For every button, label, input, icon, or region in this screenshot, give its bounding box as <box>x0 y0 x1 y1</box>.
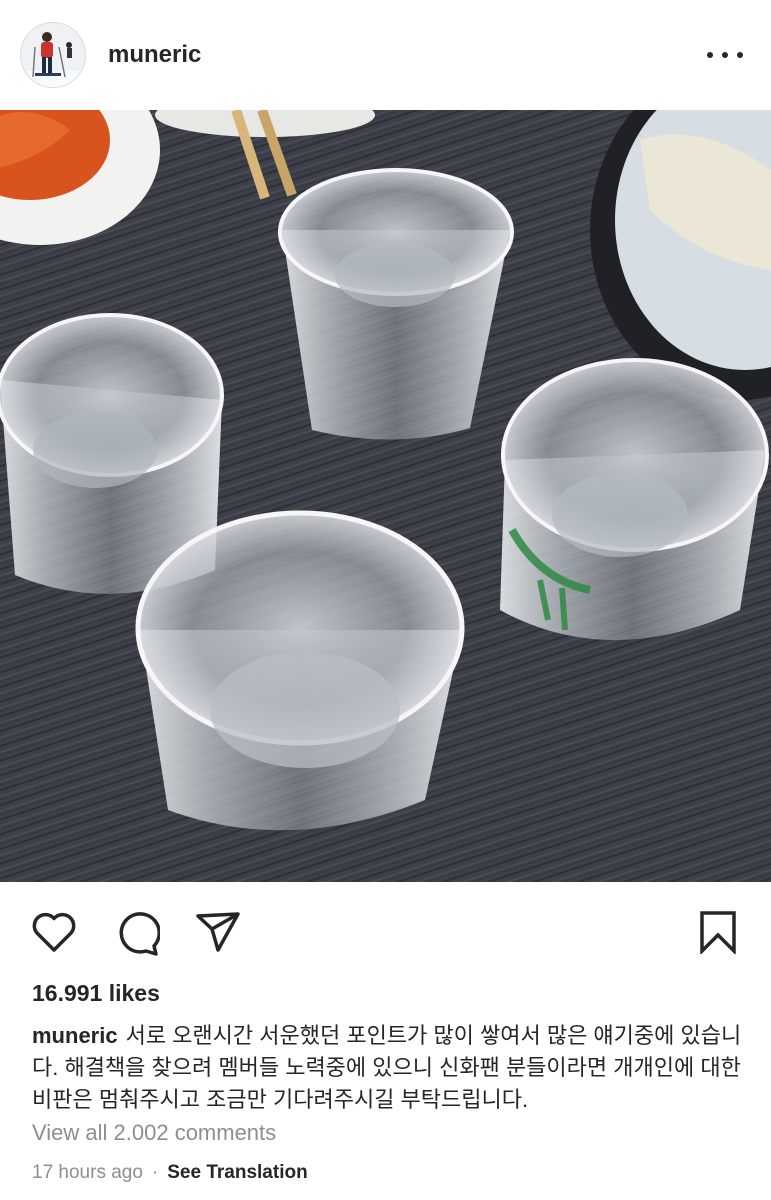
post-caption: muneric 서로 오랜시간 서운했던 포인트가 많이 쌓여서 많은 얘기중에 … <box>32 1020 747 1116</box>
comment-bubble-icon[interactable] <box>112 910 161 961</box>
post-meta: 17 hours ago · See Translation <box>32 1162 308 1184</box>
more-dot <box>707 52 713 58</box>
action-bar <box>0 882 771 982</box>
post-header: muneric <box>0 0 771 110</box>
soju-glass <box>135 510 465 831</box>
caption-username[interactable]: muneric <box>32 1023 118 1048</box>
heart-outline-icon[interactable] <box>30 910 78 959</box>
more-dot <box>722 52 728 58</box>
avatar-image <box>21 23 85 87</box>
post-username[interactable]: muneric <box>108 41 201 69</box>
post-photo[interactable] <box>0 110 771 882</box>
likes-count[interactable]: 16.991 likes <box>32 980 160 1007</box>
meta-separator: · <box>151 1162 159 1183</box>
view-comments-link[interactable]: View all 2.002 comments <box>32 1120 276 1146</box>
post-timestamp: 17 hours ago <box>32 1162 143 1183</box>
soju-glass <box>500 358 769 640</box>
paper-plane-icon[interactable] <box>194 910 242 959</box>
more-dot <box>737 52 743 58</box>
post-image <box>0 110 771 882</box>
see-translation-button[interactable]: See Translation <box>167 1162 307 1184</box>
more-options-button[interactable] <box>707 40 743 70</box>
avatar[interactable] <box>20 22 86 88</box>
bookmark-outline-icon[interactable] <box>698 910 738 959</box>
caption-text: 서로 오랜시간 서운했던 포인트가 많이 쌓여서 많은 얘기중에 있습니다. 해… <box>32 1023 742 1112</box>
